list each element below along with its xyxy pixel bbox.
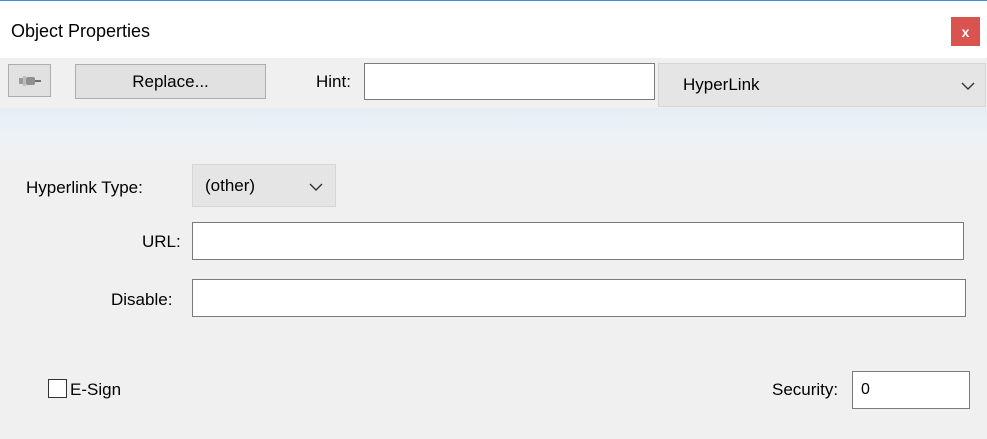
esign-checkbox[interactable]: [48, 379, 67, 398]
disable-label: Disable:: [111, 290, 173, 309]
chevron-down-icon: [961, 82, 975, 90]
object-properties-dialog: Object Properties x Replace... Hint: Hyp…: [0, 0, 987, 439]
url-input[interactable]: [192, 222, 964, 260]
hyperlink-type-label: Hyperlink Type:: [26, 178, 143, 197]
pushpin-icon: [18, 75, 41, 86]
replace-button[interactable]: Replace...: [75, 64, 266, 99]
pin-button[interactable]: [8, 64, 51, 97]
security-label: Security:: [772, 380, 839, 399]
dialog-title: Object Properties: [11, 21, 151, 41]
close-button[interactable]: x: [951, 17, 980, 46]
close-icon: x: [961, 23, 970, 40]
url-label: URL:: [142, 232, 181, 251]
hyperlink-type-select[interactable]: (other): [192, 164, 336, 207]
object-type-select[interactable]: HyperLink: [658, 63, 986, 107]
esign-label: E-Sign: [70, 380, 122, 399]
hint-label: Hint:: [316, 72, 351, 91]
chevron-down-icon: [309, 183, 323, 191]
header-gradient-band: [0, 108, 987, 160]
object-type-selected-value: HyperLink: [683, 75, 760, 94]
hint-input[interactable]: [364, 63, 655, 100]
title-bar: Object Properties x: [0, 1, 987, 58]
hyperlink-type-selected-value: (other): [205, 175, 256, 195]
security-input[interactable]: 0: [852, 371, 970, 409]
disable-input[interactable]: [192, 279, 966, 317]
